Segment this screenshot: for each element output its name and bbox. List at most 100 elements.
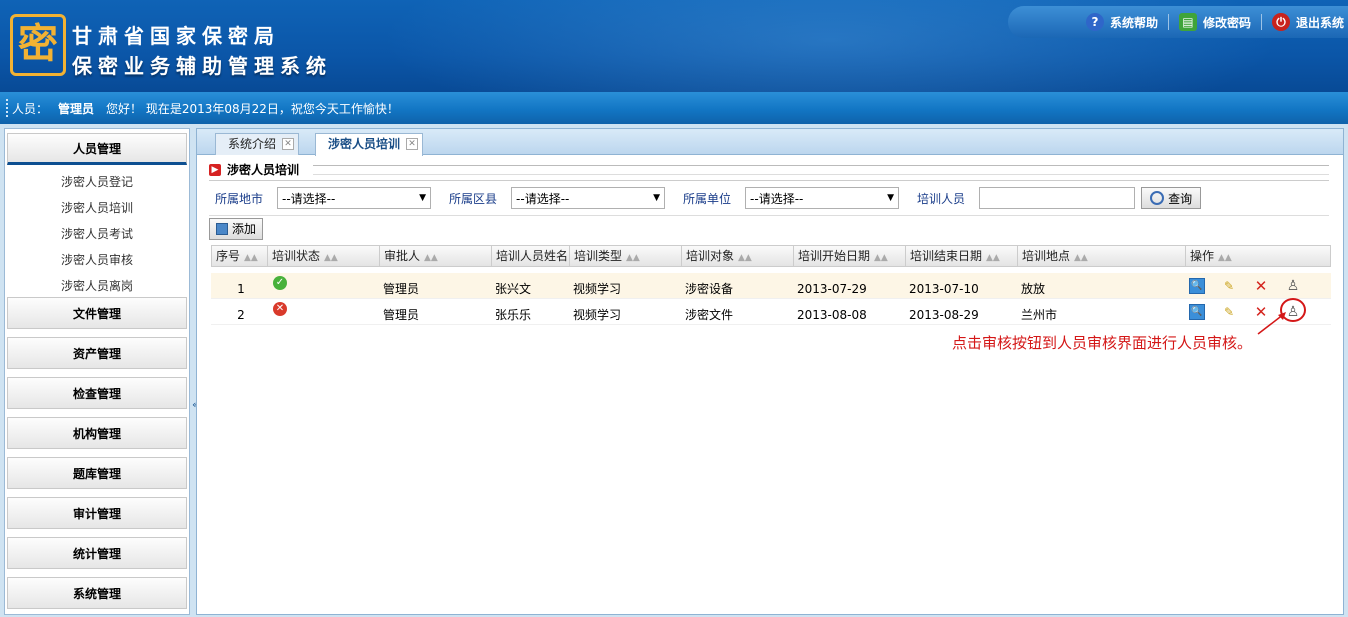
county-label: 所属区县	[449, 191, 498, 206]
cross-icon: ✕	[273, 301, 287, 316]
help-icon: ?	[1085, 13, 1104, 31]
menu-personnel[interactable]: 人员管理	[7, 133, 187, 165]
column-header[interactable]: 培训结束日期 ▲▲	[906, 246, 1018, 266]
add-label: 添加	[232, 222, 257, 236]
menu-documents[interactable]: 文件管理	[7, 297, 187, 329]
current-user: 管理员	[58, 101, 95, 116]
column-header[interactable]: 培训对象 ▲▲	[682, 246, 794, 266]
edit-note-icon	[216, 222, 228, 235]
training-table: 序号 ▲▲ 培训状态 ▲▲ 审批人 ▲▲ 培训人员姓名 培训类型 ▲▲ 培训对象 ▲▲ 培…	[211, 245, 1331, 325]
unit-value: --请选择--	[750, 191, 804, 206]
cell-place: 放放	[1021, 281, 1046, 296]
cell-no: 1	[237, 281, 245, 296]
county-select[interactable]: --请选择-- ▼	[511, 187, 666, 209]
cell-type: 视频学习	[573, 281, 622, 296]
info-bar: 人员： 管理员 您好！ 现在是2013年08月22日，祝您今天工作愉快！	[0, 92, 1348, 124]
view-icon[interactable]: 🔍	[1189, 303, 1205, 320]
main-content: 系统介绍 ✕ 涉密人员培训 ✕ ▶ 涉密人员培训 所属地市 --请选择-- ▼ …	[196, 128, 1344, 615]
cell-target: 涉密文件	[685, 307, 734, 322]
query-button[interactable]: 查询	[1141, 187, 1202, 209]
column-header[interactable]: 培训开始日期 ▲▲	[794, 246, 906, 266]
menu-question-bank[interactable]: 题库管理	[7, 457, 187, 489]
sidebar-item-leave[interactable]: 涉密人员离岗	[5, 273, 189, 299]
sort-icon: ▲▲	[986, 253, 1000, 263]
menu-assets[interactable]: 资产管理	[7, 337, 187, 369]
column-header[interactable]: 序号 ▲▲	[212, 246, 268, 266]
search-icon	[1150, 191, 1165, 205]
cell-actions: 🔍 ✎ ✕ ♙	[1185, 273, 1329, 299]
column-label: 序号	[216, 249, 241, 263]
menu-organization[interactable]: 机构管理	[7, 417, 187, 449]
column-header[interactable]: 培训人员姓名	[492, 246, 570, 266]
table-row[interactable]: 1 ✓ 管理员 张兴文 视频学习 涉密设备 2013-07-29 2013-07…	[211, 273, 1331, 299]
change-password-label: 修改密码	[1202, 15, 1251, 30]
column-header[interactable]: 培训地点 ▲▲	[1018, 246, 1186, 266]
sort-icon: ▲▲	[424, 253, 438, 263]
info-bar-handle	[6, 99, 8, 117]
cell-no: 2	[237, 307, 245, 322]
nav-divider	[1260, 14, 1262, 30]
column-header[interactable]: 操作 ▲▲	[1186, 246, 1330, 266]
sidebar-item-audit[interactable]: 涉密人员审核	[5, 247, 189, 273]
filter-bar: 所属地市 --请选择-- ▼ 所属区县 --请选择-- ▼ 所属单位 --请选择…	[209, 183, 1329, 213]
table-row[interactable]: 2 ✕ 管理员 张乐乐 视频学习 涉密文件 2013-08-08 2013-08…	[211, 299, 1331, 325]
trainee-input[interactable]	[979, 187, 1136, 209]
cell-status: ✓	[267, 273, 379, 299]
edit-icon[interactable]: ✎	[1221, 304, 1237, 320]
printer-icon: ▤	[1178, 13, 1197, 31]
dropdown-arrow-icon: ▼	[653, 193, 661, 203]
view-icon[interactable]: 🔍	[1189, 277, 1205, 294]
close-icon[interactable]: ✕	[282, 138, 295, 150]
sidebar-item-training[interactable]: 涉密人员培训	[5, 195, 189, 221]
sort-icon: ▲▲	[1218, 253, 1232, 263]
cell-name: 张兴文	[495, 281, 532, 296]
cell-end: 2013-07-10	[909, 281, 979, 296]
column-header[interactable]: 培训状态 ▲▲	[268, 246, 380, 266]
menu-label: 审计管理	[72, 506, 121, 521]
county-value: --请选择--	[516, 191, 570, 206]
tab-label: 涉密人员培训	[328, 137, 401, 151]
help-button[interactable]: ? 系统帮助	[1085, 13, 1158, 31]
delete-icon[interactable]: ✕	[1253, 277, 1269, 295]
cell-approver: 管理员	[383, 281, 420, 296]
city-select[interactable]: --请选择-- ▼	[277, 187, 432, 209]
cell-start: 2013-07-29	[797, 281, 867, 296]
city-value: --请选择--	[282, 191, 336, 206]
change-password-button[interactable]: ▤ 修改密码	[1178, 13, 1251, 31]
column-header[interactable]: 审批人 ▲▲	[380, 246, 492, 266]
trainee-label: 培训人员	[917, 191, 966, 206]
app-header: 密 甘肃省国家保密局 保密业务辅助管理系统 ? 系统帮助 ▤ 修改密码 ⏻ 退出…	[0, 0, 1348, 92]
logout-button[interactable]: ⏻ 退出系统	[1271, 13, 1344, 31]
sidebar-item-exam[interactable]: 涉密人员考试	[5, 221, 189, 247]
cell-status: ✕	[267, 299, 379, 325]
menu-inspection[interactable]: 检查管理	[7, 377, 187, 409]
sidebar-item-registration[interactable]: 涉密人员登记	[5, 169, 189, 195]
add-button[interactable]: 添加	[209, 217, 264, 240]
column-header[interactable]: 培训类型 ▲▲	[570, 246, 682, 266]
column-label: 培训人员姓名	[496, 249, 569, 263]
audit-stamp-icon[interactable]: ♙	[1285, 278, 1301, 294]
panel-title: 涉密人员培训	[227, 163, 300, 177]
menu-audit[interactable]: 审计管理	[7, 497, 187, 529]
menu-system[interactable]: 系统管理	[7, 577, 187, 609]
cell-name: 张乐乐	[495, 307, 532, 322]
menu-label: 文件管理	[72, 306, 121, 321]
tab-training[interactable]: 涉密人员培训 ✕	[315, 133, 424, 156]
tab-system-intro[interactable]: 系统介绍 ✕	[215, 133, 300, 155]
query-label: 查询	[1168, 191, 1193, 206]
column-label: 培训开始日期	[798, 249, 871, 263]
unit-select[interactable]: --请选择-- ▼	[745, 187, 900, 209]
cell-place: 兰州市	[1021, 307, 1058, 322]
menu-label: 人员管理	[72, 141, 121, 156]
menu-statistics[interactable]: 统计管理	[7, 537, 187, 569]
app-title-line2: 保密业务辅助管理系统	[72, 54, 332, 78]
close-icon[interactable]: ✕	[406, 138, 419, 150]
sort-icon: ▲▲	[1074, 253, 1088, 263]
panel-title-bar: ▶ 涉密人员培训	[209, 159, 1329, 181]
check-icon: ✓	[273, 275, 287, 290]
cell-approver: 管理员	[383, 307, 420, 322]
user-prefix: 人员：	[12, 101, 49, 116]
app-title-line1: 甘肃省国家保密局	[72, 24, 280, 48]
edit-icon[interactable]: ✎	[1221, 278, 1237, 294]
dropdown-arrow-icon: ▼	[419, 193, 427, 203]
